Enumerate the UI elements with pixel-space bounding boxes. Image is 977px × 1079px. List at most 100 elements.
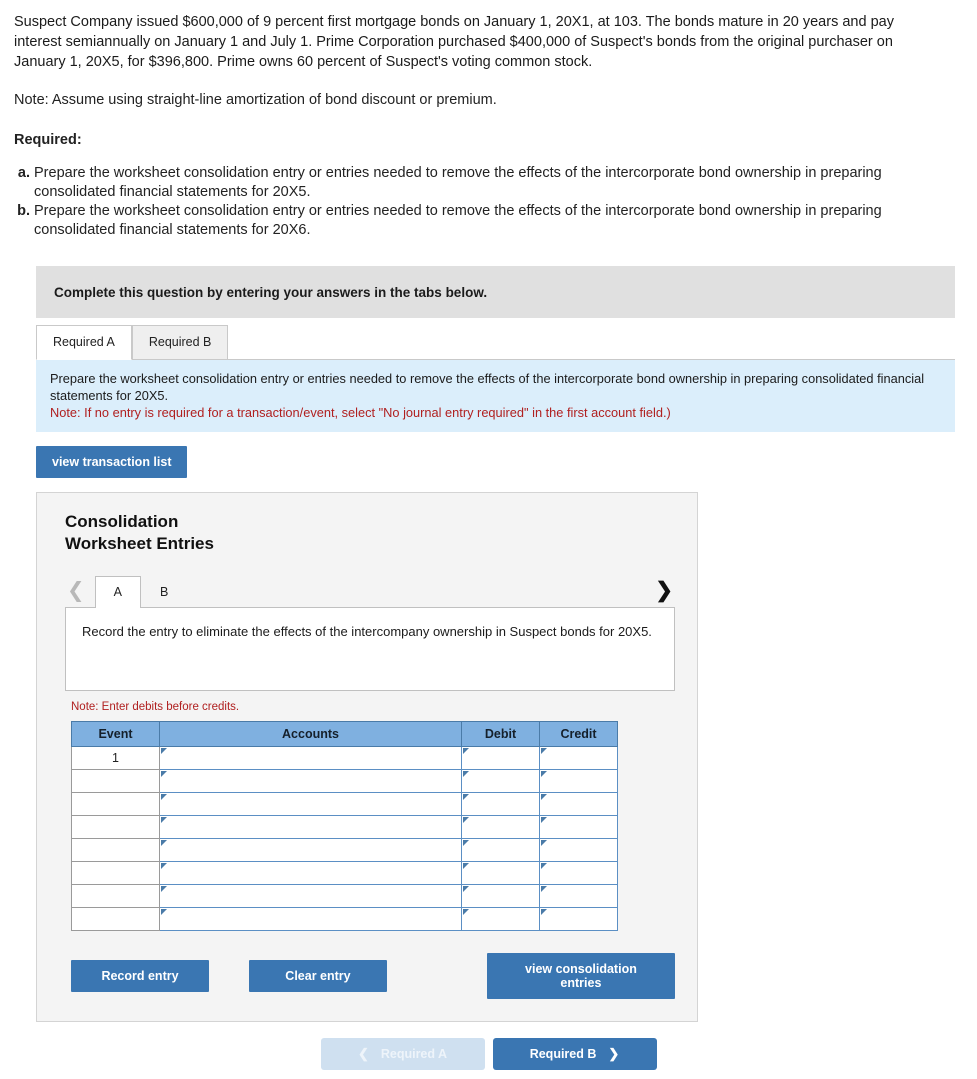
dropdown-caret-icon [161, 794, 167, 800]
debit-input-7[interactable] [461, 907, 540, 931]
table-row [71, 769, 618, 793]
journal-entry-table: Event Accounts Debit Credit 1 [71, 721, 618, 931]
dropdown-caret-icon [463, 817, 469, 823]
debits-before-credits-note: Note: Enter debits before credits. [71, 701, 240, 713]
credit-input-1[interactable] [539, 769, 618, 793]
credit-input-0[interactable] [539, 746, 618, 770]
table-row [71, 792, 618, 816]
entry-description-text: Record the entry to eliminate the effect… [82, 624, 652, 639]
debit-input-6[interactable] [461, 884, 540, 908]
problem-statement: Suspect Company issued $600,000 of 9 per… [0, 0, 977, 72]
credit-input-5[interactable] [539, 861, 618, 885]
subtab-a[interactable]: A [94, 575, 141, 608]
chevron-left-icon[interactable]: ❮ [65, 580, 95, 607]
info-panel: Prepare the worksheet consolidation entr… [36, 360, 955, 432]
debit-input-0[interactable] [461, 746, 540, 770]
cell-event [71, 884, 160, 908]
panel-title-line1: Consolidation [65, 512, 179, 531]
dropdown-caret-icon [541, 886, 547, 892]
debit-input-4[interactable] [461, 838, 540, 862]
tab-required-a-label: Required A [53, 334, 115, 349]
table-header-row: Event Accounts Debit Credit [71, 721, 618, 747]
account-select-4[interactable] [159, 838, 462, 862]
requirement-text: Prepare the worksheet consolidation entr… [34, 203, 882, 238]
account-select-5[interactable] [159, 861, 462, 885]
table-row: 1 [71, 746, 618, 770]
tab-required-a[interactable]: Required A [36, 324, 132, 360]
dropdown-caret-icon [161, 909, 167, 915]
cell-event [71, 861, 160, 885]
table-row [71, 884, 618, 908]
chevron-left-icon: ❮ [357, 1046, 369, 1061]
prev-required-a-label: Required A [380, 1047, 448, 1061]
account-select-3[interactable] [159, 815, 462, 839]
dropdown-caret-icon [541, 748, 547, 754]
debit-input-3[interactable] [461, 815, 540, 839]
cell-event [71, 815, 160, 839]
clear-entry-button[interactable]: Clear entry [248, 960, 387, 992]
view-transaction-wrap: view transaction list [36, 446, 977, 478]
next-required-b-label: Required B [529, 1047, 597, 1061]
dropdown-caret-icon [463, 909, 469, 915]
footer-navigation: ❮ Required A Required B ❯ [0, 1038, 977, 1070]
requirements-list: a. Prepare the worksheet consolidation e… [0, 164, 977, 240]
panel-title-line2: Worksheet Entries [65, 534, 214, 553]
table-row [71, 815, 618, 839]
view-transaction-list-button[interactable]: view transaction list [36, 446, 188, 478]
debit-input-5[interactable] [461, 861, 540, 885]
info-panel-note: Note: If no entry is required for a tran… [50, 405, 671, 420]
panel-title: Consolidation Worksheet Entries [65, 511, 675, 555]
requirement-letter: b. [17, 203, 30, 219]
entry-subtabs: ❮ A B ❯ [65, 571, 675, 608]
dropdown-caret-icon [161, 863, 167, 869]
credit-input-7[interactable] [539, 907, 618, 931]
dropdown-caret-icon [541, 771, 547, 777]
question-page: Suspect Company issued $600,000 of 9 per… [0, 0, 977, 1079]
tab-required-b-label: Required B [148, 334, 212, 349]
requirement-letter: a. [17, 165, 30, 181]
account-select-1[interactable] [159, 769, 462, 793]
entry-actions: Record entry Clear entry view consolidat… [71, 953, 675, 999]
column-header-debit: Debit [461, 721, 540, 747]
problem-paragraph: Suspect Company issued $600,000 of 9 per… [14, 14, 894, 70]
debit-input-1[interactable] [461, 769, 540, 793]
cell-event [71, 907, 160, 931]
dropdown-caret-icon [463, 748, 469, 754]
chevron-right-icon: ❯ [608, 1046, 620, 1061]
cell-event [71, 838, 160, 862]
credit-input-2[interactable] [539, 792, 618, 816]
record-entry-button[interactable]: Record entry [71, 960, 209, 992]
subtab-b[interactable]: B [141, 576, 187, 608]
debit-input-2[interactable] [461, 792, 540, 816]
prev-required-a-button[interactable]: ❮ Required A [320, 1038, 485, 1070]
info-panel-line1: Prepare the worksheet consolidation entr… [50, 371, 925, 403]
account-select-2[interactable] [159, 792, 462, 816]
requirement-text: Prepare the worksheet consolidation entr… [34, 165, 882, 200]
chevron-right-icon[interactable]: ❯ [653, 580, 675, 607]
cell-event [71, 769, 160, 793]
dropdown-caret-icon [463, 794, 469, 800]
instruction-banner: Complete this question by entering your … [36, 266, 955, 318]
view-consolidation-entries-button[interactable]: view consolidation entries [486, 953, 675, 999]
tab-required-b[interactable]: Required B [131, 324, 229, 360]
account-select-0[interactable] [159, 746, 462, 770]
cell-event [71, 792, 160, 816]
table-row [71, 838, 618, 862]
dropdown-caret-icon [161, 840, 167, 846]
journal-table-body: 1 [71, 746, 618, 931]
subtab-a-label: A [113, 584, 122, 599]
account-select-7[interactable] [159, 907, 462, 931]
dropdown-caret-icon [161, 771, 167, 777]
subtab-b-label: B [159, 584, 169, 599]
consolidation-panel: Consolidation Worksheet Entries ❮ A B ❯ … [36, 492, 698, 1022]
dropdown-caret-icon [463, 886, 469, 892]
credit-input-3[interactable] [539, 815, 618, 839]
dropdown-caret-icon [541, 840, 547, 846]
credit-input-6[interactable] [539, 884, 618, 908]
dropdown-caret-icon [541, 909, 547, 915]
account-select-6[interactable] [159, 884, 462, 908]
entry-description-box: Record the entry to eliminate the effect… [65, 607, 675, 691]
dropdown-caret-icon [463, 840, 469, 846]
next-required-b-button[interactable]: Required B ❯ [492, 1038, 657, 1070]
credit-input-4[interactable] [539, 838, 618, 862]
